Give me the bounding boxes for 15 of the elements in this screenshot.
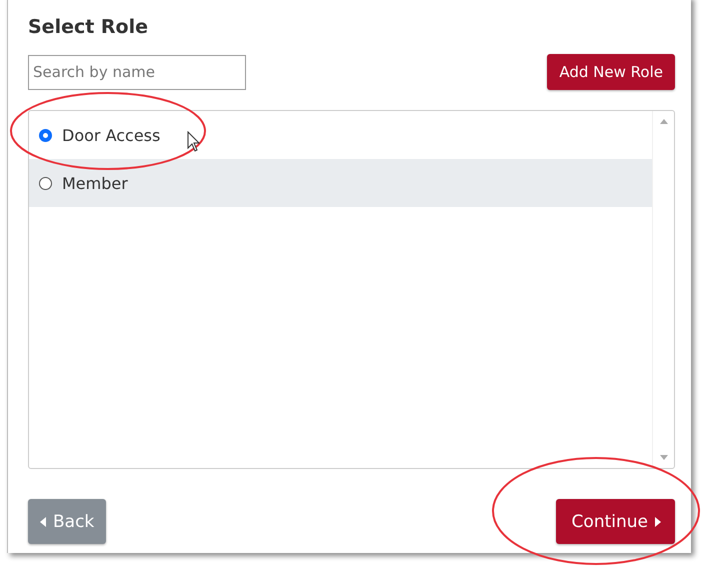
role-label: Member [62, 174, 128, 192]
add-role-button[interactable]: Add New Role [547, 54, 675, 90]
role-option[interactable]: Door Access [29, 111, 652, 159]
dialog-title: Select Role [28, 15, 150, 40]
search-field[interactable]: Search by name [28, 54, 246, 90]
radio-button[interactable] [39, 128, 52, 142]
caret-left-icon [40, 516, 46, 526]
role-label: Door Access [62, 126, 160, 144]
radio-button[interactable] [39, 176, 52, 190]
continue-button[interactable]: Continue [556, 499, 675, 544]
scroll-down-icon[interactable] [660, 455, 668, 460]
scroll-up-icon[interactable] [660, 119, 668, 124]
role-option[interactable]: Member [29, 159, 652, 207]
cursor-icon [188, 131, 200, 152]
caret-right-icon [655, 516, 661, 526]
